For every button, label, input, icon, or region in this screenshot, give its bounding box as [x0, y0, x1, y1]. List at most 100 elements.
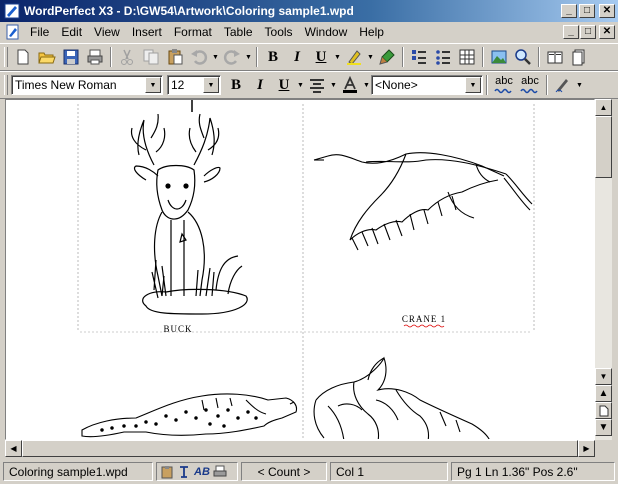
- status-position[interactable]: Pg 1 Ln 1.36" Pos 2.6": [451, 462, 615, 481]
- doc-restore-button[interactable]: □: [580, 25, 596, 39]
- menu-edit[interactable]: Edit: [55, 22, 88, 42]
- style-value: <None>: [375, 78, 418, 92]
- numbering-button[interactable]: [407, 46, 431, 68]
- maximize-button[interactable]: □: [579, 4, 595, 18]
- book-icon: [547, 51, 563, 64]
- italic-button[interactable]: I: [285, 46, 309, 68]
- crane-drawing: [313, 152, 533, 251]
- font-color-button[interactable]: [338, 74, 362, 96]
- menu-window[interactable]: Window: [299, 22, 354, 42]
- property-bar-grip[interactable]: [4, 75, 8, 95]
- clipboard-icon[interactable]: [160, 465, 174, 479]
- scroll-right-button[interactable]: ▶: [578, 440, 595, 457]
- scroll-up-button[interactable]: ▲: [595, 99, 612, 116]
- undo-button[interactable]: [187, 46, 211, 68]
- font-family-select[interactable]: Times New Roman ▼: [11, 75, 163, 95]
- document-area[interactable]: BUCK CRANE 1: [5, 99, 595, 440]
- caps-indicator[interactable]: AB: [194, 466, 210, 478]
- doc-close-button[interactable]: ✕: [599, 25, 615, 39]
- toolbar-grip[interactable]: [4, 47, 8, 67]
- new-button[interactable]: [11, 46, 35, 68]
- new-document-icon: [17, 49, 29, 65]
- redo-button[interactable]: [220, 46, 244, 68]
- wordperfect-app-icon[interactable]: [4, 3, 20, 19]
- font-color-dropdown[interactable]: ▼: [362, 74, 371, 96]
- chevron-down-icon[interactable]: ▼: [465, 77, 481, 93]
- italic-toggle[interactable]: I: [248, 74, 272, 96]
- image-icon: [491, 50, 507, 64]
- brush-icon: [379, 49, 395, 65]
- open-button[interactable]: [35, 46, 59, 68]
- print-button[interactable]: [83, 46, 107, 68]
- previous-page-button[interactable]: ▲: [595, 385, 612, 402]
- numbered-list-icon: [412, 50, 426, 64]
- scroll-thumb[interactable]: [595, 116, 612, 178]
- highlight-button[interactable]: [342, 46, 366, 68]
- status-filename[interactable]: Coloring sample1.wpd: [3, 462, 153, 481]
- reference-center-button[interactable]: [543, 46, 567, 68]
- page-icon[interactable]: [595, 402, 612, 419]
- insert-image-button[interactable]: [487, 46, 511, 68]
- underline-dropdown[interactable]: ▼: [333, 46, 342, 68]
- vertical-scrollbar[interactable]: ▲ ▼ ▲ ▼: [595, 99, 612, 440]
- menu-table[interactable]: Table: [218, 22, 259, 42]
- justification-dropdown[interactable]: ▼: [329, 74, 338, 96]
- cheetah-drawing: [81, 393, 298, 438]
- toolbar-separator: [538, 47, 540, 67]
- text-cursor-icon[interactable]: [177, 465, 191, 479]
- highlighter-icon: [347, 50, 361, 65]
- chevron-down-icon[interactable]: ▼: [145, 77, 161, 93]
- redo-dropdown[interactable]: ▼: [244, 46, 253, 68]
- scissors-icon: [121, 49, 133, 65]
- underline-button[interactable]: U: [309, 46, 333, 68]
- font-color-icon: [343, 76, 357, 93]
- menu-format[interactable]: Format: [168, 22, 218, 42]
- undo-dropdown[interactable]: ▼: [211, 46, 220, 68]
- copy-button[interactable]: [139, 46, 163, 68]
- menu-file[interactable]: File: [24, 22, 55, 42]
- paste-button[interactable]: [163, 46, 187, 68]
- menu-tools[interactable]: Tools: [259, 22, 299, 42]
- menu-insert[interactable]: Insert: [126, 22, 168, 42]
- cut-button[interactable]: [115, 46, 139, 68]
- save-button[interactable]: [59, 46, 83, 68]
- minimize-button[interactable]: _: [561, 4, 577, 18]
- menu-help[interactable]: Help: [353, 22, 390, 42]
- flower-drawing: [313, 356, 490, 439]
- highlight-dropdown[interactable]: ▼: [366, 46, 375, 68]
- underline-toggle[interactable]: U: [272, 74, 296, 96]
- close-button[interactable]: ✕: [599, 4, 615, 18]
- font-family-value: Times New Roman: [15, 78, 117, 92]
- spell-checker-button[interactable]: abc: [491, 74, 517, 96]
- justification-button[interactable]: [305, 74, 329, 96]
- clipbook-button[interactable]: [567, 46, 591, 68]
- save-disk-icon: [63, 49, 79, 65]
- bold-button[interactable]: B: [261, 46, 285, 68]
- doc-minimize-button[interactable]: _: [563, 25, 579, 39]
- underline-dropdown[interactable]: ▼: [296, 74, 305, 96]
- clipboard-icon: [168, 49, 183, 65]
- next-page-button[interactable]: ▼: [595, 419, 612, 436]
- prompt-as-you-go-button[interactable]: [551, 74, 575, 96]
- chevron-down-icon[interactable]: ▼: [203, 77, 219, 93]
- font-size-select[interactable]: 12 ▼: [167, 75, 221, 95]
- bullets-button[interactable]: [431, 46, 455, 68]
- columns-button[interactable]: [455, 46, 479, 68]
- prompt-dropdown[interactable]: ▼: [575, 74, 584, 96]
- grammar-checker-button[interactable]: abc: [517, 74, 543, 96]
- horizontal-scrollbar[interactable]: ◀ ▶: [5, 440, 595, 457]
- style-select[interactable]: <None> ▼: [371, 75, 483, 95]
- bold-toggle[interactable]: B: [224, 74, 248, 96]
- printer-icon[interactable]: [213, 465, 227, 479]
- document-icon[interactable]: [6, 24, 20, 40]
- scroll-left-button[interactable]: ◀: [5, 440, 22, 457]
- status-column[interactable]: Col 1: [330, 462, 448, 481]
- scroll-down-button[interactable]: ▼: [595, 368, 612, 385]
- format-painter-button[interactable]: [375, 46, 399, 68]
- status-count[interactable]: < Count >: [241, 462, 327, 481]
- zoom-button[interactable]: [511, 46, 535, 68]
- page-icon-glyph: [599, 405, 608, 416]
- menu-view[interactable]: View: [88, 22, 126, 42]
- magnifier-icon: [515, 49, 531, 65]
- horizontal-scroll-thumb[interactable]: [22, 440, 578, 457]
